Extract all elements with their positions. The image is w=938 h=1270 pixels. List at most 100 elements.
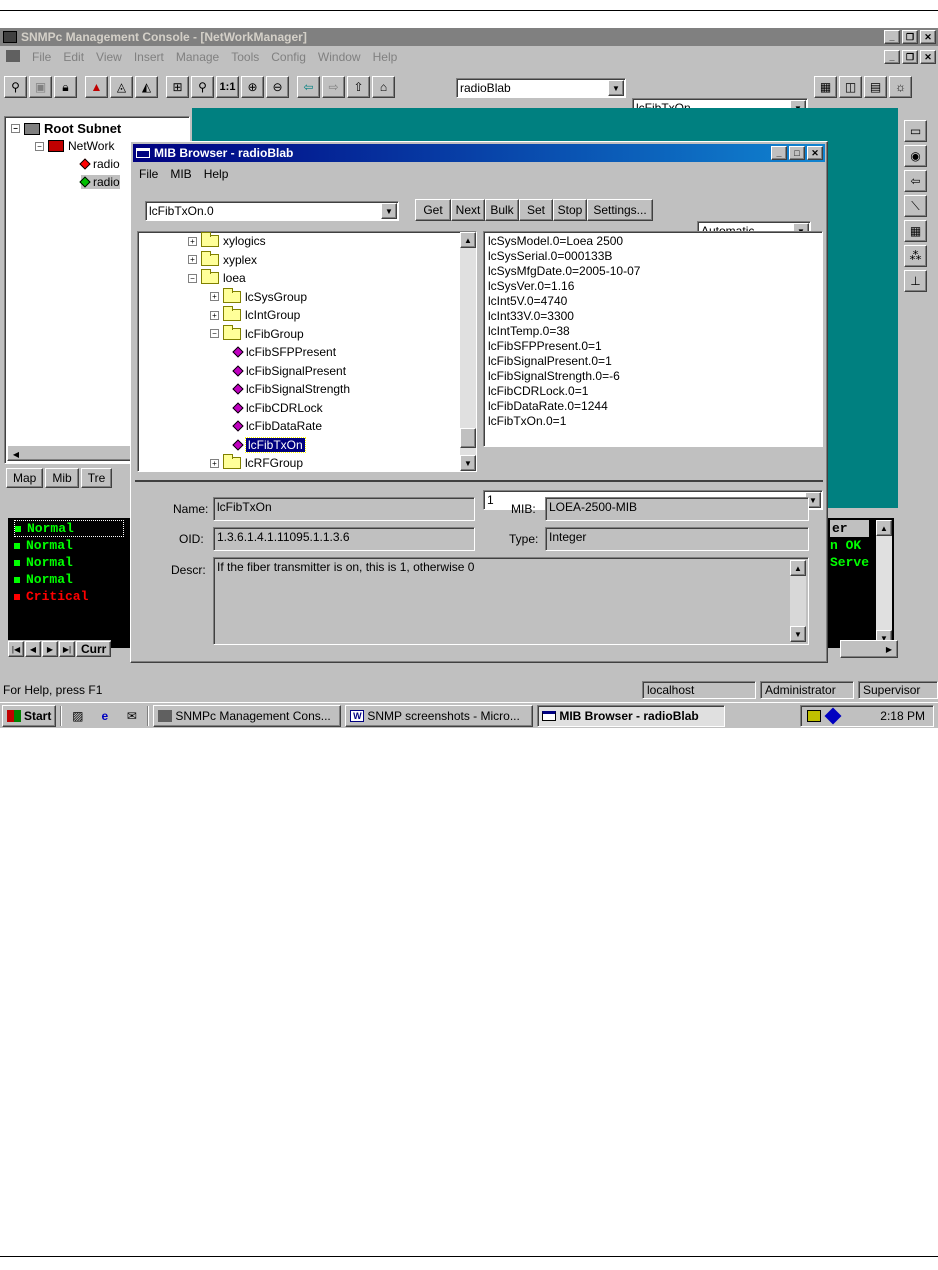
task-snmpc[interactable]: SNMPc Management Cons... — [153, 704, 342, 727]
tray-agent-icon[interactable] — [824, 707, 842, 724]
event-horizontal-scrollbar[interactable]: ▶ — [840, 640, 898, 658]
home-icon[interactable]: ⌂ — [372, 76, 395, 98]
task-word[interactable]: W SNMP screenshots - Micro... — [345, 704, 534, 727]
mdi-close-button[interactable]: ✕ — [920, 50, 936, 64]
mib-tree-node[interactable]: − loea — [188, 269, 246, 285]
collapse-icon[interactable]: − — [188, 273, 197, 283]
next-page-icon[interactable]: ▶ — [42, 641, 58, 657]
expand-icon[interactable]: + — [188, 236, 197, 246]
first-page-icon[interactable]: |◀ — [8, 641, 24, 657]
descr-scrollbar[interactable]: ▲ ▼ — [790, 560, 806, 642]
event-vertical-scrollbar[interactable]: ▲ ▼ — [876, 520, 892, 646]
menu-file[interactable]: File — [32, 50, 51, 66]
topology-icon[interactable]: ⁂ — [904, 245, 927, 267]
event-row[interactable]: Normal — [14, 571, 124, 588]
menu-config[interactable]: Config — [271, 50, 306, 66]
result-row[interactable]: lcInt33V.0=3300 — [488, 309, 818, 324]
mib-menu-mib[interactable]: MIB — [170, 167, 191, 181]
mib-field[interactable]: LOEA-2500-MIB — [545, 497, 809, 521]
mib-tree-node[interactable]: lcFibSFPPresent — [232, 345, 336, 359]
sun-icon[interactable]: ☼ — [889, 76, 912, 98]
zoom-in-icon[interactable]: ⊕ — [241, 76, 264, 98]
mib-tree-node[interactable]: + xyplex — [188, 250, 257, 267]
menu-help[interactable]: Help — [373, 50, 398, 66]
close-button[interactable]: ✕ — [920, 30, 936, 44]
lock-open-icon[interactable]: ▣ — [29, 76, 52, 98]
result-row[interactable]: lcFibDataRate.0=1244 — [488, 399, 818, 414]
scroll-down-icon[interactable]: ▼ — [790, 626, 806, 642]
event-row[interactable]: Critical — [14, 588, 124, 605]
zoom-fit-icon[interactable]: ⊞ — [166, 76, 189, 98]
minimize-button[interactable]: _ — [884, 30, 900, 44]
zoom-one-to-one-button[interactable]: 1:1 — [216, 76, 239, 98]
expand-icon[interactable]: + — [210, 292, 219, 301]
mib-menu-file[interactable]: File — [139, 167, 158, 181]
ack-all-bell-icon[interactable]: ◭ — [135, 76, 158, 98]
splitter[interactable] — [135, 480, 823, 482]
mib-tree-node[interactable]: + xylogics — [188, 232, 266, 248]
lock-icon[interactable]: 🔒︎ — [54, 76, 77, 98]
scroll-up-icon[interactable]: ▲ — [876, 520, 892, 536]
show-desktop-icon[interactable]: ▨ — [66, 705, 89, 727]
oid-combo[interactable]: lcFibTxOn.0 ▼ — [145, 201, 399, 221]
tab-current-events[interactable]: Curr — [76, 641, 112, 657]
maximize-button[interactable]: □ — [789, 146, 805, 160]
scroll-left-icon[interactable]: ◀ — [8, 446, 24, 462]
scroll-thumb[interactable] — [460, 428, 476, 448]
collapse-icon[interactable]: − — [11, 124, 20, 133]
mib-tree-node[interactable]: lcFibDataRate — [232, 419, 322, 433]
name-field[interactable]: lcFibTxOn — [213, 497, 475, 521]
network-node-icon[interactable]: ◉ — [904, 145, 927, 167]
report-view-icon[interactable]: ▤ — [864, 76, 887, 98]
descr-field[interactable]: If the fiber transmitter is on, this is … — [213, 557, 809, 645]
result-row[interactable]: lcFibSignalStrength.0=-6 — [488, 369, 818, 384]
chevron-down-icon[interactable]: ▼ — [608, 80, 624, 96]
ack-bell-icon[interactable]: ◬ — [110, 76, 133, 98]
alarm-bell-icon[interactable]: ▲ — [85, 76, 108, 98]
mib-tree-node[interactable]: + lcIntGroup — [210, 306, 300, 322]
zoom-out-icon[interactable]: ⊖ — [266, 76, 289, 98]
tab-map[interactable]: Map — [6, 468, 44, 488]
result-row[interactable]: lcSysVer.0=1.16 — [488, 279, 818, 294]
result-row[interactable]: lcFibTxOn.0=1 — [488, 414, 818, 429]
menu-insert[interactable]: Insert — [134, 50, 164, 66]
menu-window[interactable]: Window — [318, 50, 361, 66]
tree-network[interactable]: − NetWork — [35, 139, 114, 153]
mib-tree-node[interactable]: + lcRFGroup — [210, 454, 303, 470]
mib-tree-node[interactable]: lcFibTxOn — [232, 436, 306, 453]
menu-edit[interactable]: Edit — [63, 50, 84, 66]
tray-network-icon[interactable] — [807, 709, 821, 722]
event-row[interactable]: Normal — [14, 554, 124, 571]
scroll-up-icon[interactable]: ▲ — [460, 232, 476, 248]
result-row[interactable]: lcFibCDRLock.0=1 — [488, 384, 818, 399]
expand-icon[interactable]: + — [210, 310, 219, 320]
mib-tree-node[interactable]: − lcFibGroup — [210, 324, 304, 341]
graph-view-icon[interactable]: ◫ — [839, 76, 862, 98]
back-arrow-icon[interactable]: ⇦ — [297, 76, 320, 98]
prev-page-icon[interactable]: ◀ — [25, 641, 41, 657]
mib-menu-help[interactable]: Help — [204, 167, 229, 181]
menu-tools[interactable]: Tools — [231, 50, 259, 66]
tree-root[interactable]: − Root Subnet — [11, 121, 121, 136]
outlook-icon[interactable]: ✉ — [120, 705, 143, 727]
zoom-icon[interactable]: ⚲ — [191, 76, 214, 98]
link-icon[interactable]: ⟍ — [904, 195, 927, 217]
mib-tree-node[interactable]: lcFibSignalStrength — [232, 382, 350, 396]
up-folder-icon[interactable]: ⇧ — [347, 76, 370, 98]
event-row[interactable]: Normal — [14, 537, 124, 554]
collapse-icon[interactable]: − — [210, 329, 219, 338]
result-row[interactable]: lcSysModel.0=Loea 2500 — [488, 234, 818, 249]
result-row[interactable]: lcInt5V.0=4740 — [488, 294, 818, 309]
result-row[interactable]: lcFibSFPPresent.0=1 — [488, 339, 818, 354]
expand-icon[interactable]: + — [210, 458, 219, 468]
goto-icon[interactable]: ⇦ — [904, 170, 927, 192]
result-row[interactable]: lcIntTemp.0=38 — [488, 324, 818, 339]
device-icon[interactable]: ▭ — [904, 120, 927, 142]
restore-button[interactable]: ❐ — [902, 30, 918, 44]
scroll-up-icon[interactable]: ▲ — [790, 560, 806, 576]
result-row[interactable]: lcSysMfgDate.0=2005-10-07 — [488, 264, 818, 279]
mib-tree-node[interactable]: + lcSysGroup — [210, 287, 307, 304]
menu-manage[interactable]: Manage — [176, 50, 219, 66]
table-view-icon[interactable]: ▦ — [814, 76, 837, 98]
stop-button[interactable]: Stop — [553, 199, 587, 221]
